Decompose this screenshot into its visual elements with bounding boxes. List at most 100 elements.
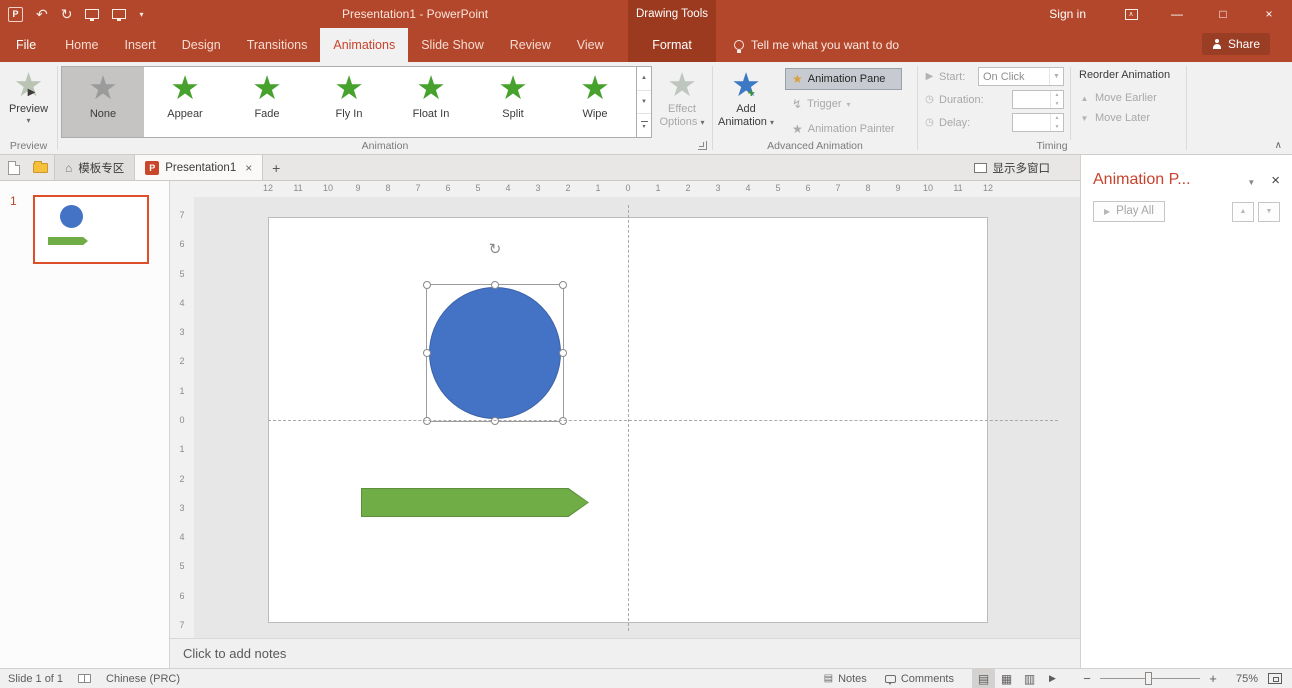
slide-show-button[interactable]: ▶ bbox=[1041, 669, 1064, 688]
preview-button[interactable]: ★ ▶ Preview ▾ bbox=[2, 65, 56, 125]
start-combobox[interactable]: On Click ▼ bbox=[978, 67, 1064, 86]
pentagon-arrow-shape[interactable] bbox=[361, 488, 589, 517]
selection-handle[interactable] bbox=[491, 417, 499, 425]
ribbon-display-options-button[interactable]: ∧ bbox=[1108, 0, 1154, 28]
duration-row: ◷ Duration: ▲▼ bbox=[924, 90, 1064, 109]
selection-handle[interactable] bbox=[423, 281, 431, 289]
zoom-out-button[interactable]: − bbox=[1078, 671, 1096, 686]
animation-effect-split[interactable]: ★ Split bbox=[472, 67, 554, 137]
minimize-button[interactable]: — bbox=[1154, 0, 1200, 28]
animation-group: ★ None ★ Appear ★ Fade ★ Fly In ★ Float … bbox=[58, 62, 712, 154]
selection-handle[interactable] bbox=[559, 349, 567, 357]
move-earlier-button[interactable]: ▲ Move Earlier bbox=[1079, 88, 1170, 108]
zoom-slider-thumb[interactable] bbox=[1145, 672, 1152, 685]
slide-thumbnail[interactable] bbox=[33, 195, 149, 264]
vertical-guide bbox=[628, 205, 629, 631]
animation-effect-wipe[interactable]: ★ Wipe bbox=[554, 67, 636, 137]
selection-handle[interactable] bbox=[423, 349, 431, 357]
gallery-scroll-down-button[interactable]: ▼ bbox=[637, 91, 651, 115]
doc-tab-close-icon[interactable]: × bbox=[245, 161, 252, 175]
notes-toggle-button[interactable]: ▤ Notes bbox=[824, 673, 867, 685]
tab-animations[interactable]: Animations bbox=[320, 28, 408, 62]
spell-check-icon[interactable] bbox=[78, 674, 91, 683]
spin-down-icon[interactable]: ▼ bbox=[1051, 100, 1063, 109]
document-tab-bar: ⌂ 模板专区 P Presentation1 × + 显示多窗口 bbox=[0, 155, 1080, 181]
view-shortcuts: ▤ ▦ ▥ ▶ bbox=[972, 669, 1064, 688]
tab-file[interactable]: File bbox=[0, 28, 52, 62]
gallery-scroll-up-button[interactable]: ▲ bbox=[637, 67, 651, 91]
doc-tab-presentation1[interactable]: P Presentation1 × bbox=[135, 155, 263, 180]
add-animation-line1: Add bbox=[736, 103, 756, 116]
tell-me-box[interactable]: Tell me what you want to do bbox=[734, 28, 899, 62]
combo-dropdown-icon[interactable]: ▼ bbox=[1049, 68, 1063, 85]
new-document-button[interactable] bbox=[0, 155, 27, 180]
pane-move-down-button[interactable]: ▼ bbox=[1258, 202, 1280, 222]
selection-handle[interactable] bbox=[423, 417, 431, 425]
move-later-button[interactable]: ▼ Move Later bbox=[1079, 108, 1170, 128]
selection-handle[interactable] bbox=[559, 417, 567, 425]
pane-reorder-buttons: ▲ ▼ bbox=[1232, 202, 1280, 222]
rotate-handle-icon[interactable]: ↻ bbox=[489, 240, 502, 258]
maximize-button[interactable]: □ bbox=[1200, 0, 1246, 28]
reading-view-button[interactable]: ▥ bbox=[1018, 669, 1041, 688]
tab-home[interactable]: Home bbox=[52, 28, 111, 62]
tab-format[interactable]: Format bbox=[628, 28, 716, 62]
tab-insert[interactable]: Insert bbox=[112, 28, 169, 62]
selection-box bbox=[426, 284, 564, 422]
animation-effect-none[interactable]: ★ None bbox=[62, 67, 144, 137]
pane-dropdown-icon[interactable]: ▼ bbox=[1247, 178, 1255, 187]
animation-effect-fly-in[interactable]: ★ Fly In bbox=[308, 67, 390, 137]
animation-dialog-launcher[interactable] bbox=[698, 141, 707, 150]
selection-handle[interactable] bbox=[491, 281, 499, 289]
close-button[interactable]: × bbox=[1246, 0, 1292, 28]
animation-painter-button[interactable]: ★ Animation Painter bbox=[785, 118, 902, 140]
effect-options-line2-text: Options bbox=[660, 116, 698, 128]
normal-view-button[interactable]: ▤ bbox=[972, 669, 995, 688]
animation-pane-button[interactable]: ★ Animation Pane bbox=[785, 68, 902, 90]
ruler-number: 5 bbox=[170, 560, 194, 572]
animation-painter-icon: ★ bbox=[792, 123, 803, 135]
tab-view[interactable]: View bbox=[564, 28, 617, 62]
trigger-button[interactable]: ↯ Trigger ▾ bbox=[785, 93, 902, 115]
animation-effect-fade[interactable]: ★ Fade bbox=[226, 67, 308, 137]
ribbon: ★ ▶ Preview ▾ Preview ★ None ★ Appear ★ … bbox=[0, 62, 1292, 155]
notes-bar[interactable]: Click to add notes bbox=[170, 638, 1080, 668]
duration-spinner[interactable]: ▲▼ bbox=[1012, 90, 1064, 109]
comments-toggle-button[interactable]: Comments bbox=[885, 673, 954, 685]
tab-review[interactable]: Review bbox=[497, 28, 564, 62]
collapse-ribbon-button[interactable]: ∧ bbox=[1275, 140, 1282, 151]
play-all-button[interactable]: ▶ Play All bbox=[1093, 201, 1165, 222]
animation-effect-appear[interactable]: ★ Appear bbox=[144, 67, 226, 137]
open-document-button[interactable] bbox=[27, 155, 54, 180]
duration-label: Duration: bbox=[939, 94, 984, 106]
fit-slide-to-window-button[interactable] bbox=[1268, 673, 1282, 684]
language-label[interactable]: Chinese (PRC) bbox=[106, 673, 180, 685]
selection-handle[interactable] bbox=[559, 281, 567, 289]
effect-options-button[interactable]: ★ Effect Options ▾ bbox=[654, 65, 710, 129]
spin-up-icon[interactable]: ▲ bbox=[1051, 91, 1063, 100]
pane-move-up-button[interactable]: ▲ bbox=[1232, 202, 1254, 222]
ruler-number: 5 bbox=[770, 183, 786, 193]
delay-spinner[interactable]: ▲▼ bbox=[1012, 113, 1064, 132]
start-value: On Click bbox=[979, 71, 1049, 83]
spin-down-icon[interactable]: ▼ bbox=[1051, 123, 1063, 132]
zoom-level-label[interactable]: 75% bbox=[1222, 673, 1258, 685]
more-line bbox=[641, 121, 648, 122]
new-tab-button[interactable]: + bbox=[263, 155, 289, 180]
tab-slide-show[interactable]: Slide Show bbox=[408, 28, 497, 62]
animation-effect-float-in[interactable]: ★ Float In bbox=[390, 67, 472, 137]
show-multiple-windows-button[interactable]: 显示多窗口 bbox=[974, 155, 1081, 180]
preview-dropdown-icon[interactable]: ▾ bbox=[26, 116, 30, 125]
spin-up-icon[interactable]: ▲ bbox=[1051, 114, 1063, 123]
gallery-more-button[interactable]: ▾ bbox=[637, 114, 651, 137]
tab-transitions[interactable]: Transitions bbox=[234, 28, 321, 62]
ruler-number: 10 bbox=[320, 183, 336, 193]
doc-tab-template[interactable]: ⌂ 模板专区 bbox=[54, 155, 135, 180]
sign-in-link[interactable]: Sign in bbox=[1049, 7, 1086, 21]
tab-design[interactable]: Design bbox=[169, 28, 234, 62]
slide-sorter-view-button[interactable]: ▦ bbox=[995, 669, 1018, 688]
zoom-in-button[interactable]: + bbox=[1204, 671, 1222, 686]
share-button[interactable]: Share bbox=[1202, 33, 1270, 55]
pane-close-icon[interactable]: × bbox=[1271, 172, 1280, 189]
zoom-slider[interactable] bbox=[1100, 669, 1200, 688]
